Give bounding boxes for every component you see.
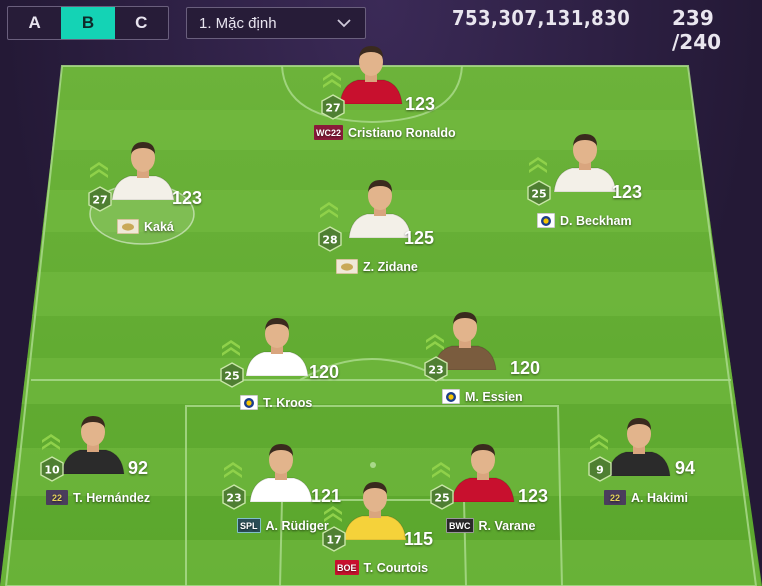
- player-avatar: [340, 476, 410, 541]
- player-ovr: 123: [612, 182, 643, 202]
- svg-text:27: 27: [325, 102, 340, 115]
- svg-text:9: 9: [596, 464, 604, 477]
- squad-tabs: A B C: [7, 6, 169, 40]
- player-avatar: [58, 410, 128, 475]
- player-avatar: [604, 412, 674, 477]
- player-level-badge: 17: [322, 526, 346, 552]
- tab-a[interactable]: A: [8, 7, 61, 39]
- season-badge-icon: WC22: [314, 125, 344, 140]
- season-badge-icon: BWC: [446, 518, 474, 533]
- player-level-badge: 27: [321, 94, 345, 120]
- player-name: T. Hernández: [73, 490, 151, 505]
- player-level-badge: 9: [588, 456, 612, 482]
- player-name-row: Z. Zidane: [336, 259, 418, 274]
- season-badge-icon: SPL: [237, 518, 261, 533]
- formation-dropdown[interactable]: 1. Mặc định: [186, 7, 366, 39]
- player-ovr: 123: [518, 486, 549, 506]
- season-badge-icon: 22: [46, 490, 68, 505]
- player-name-row: 22 A. Hakimi: [604, 490, 688, 505]
- upgrade-chevron-icon: [321, 70, 343, 88]
- player-name-row: T. Kroos: [240, 395, 312, 410]
- upgrade-chevron-icon: [40, 432, 62, 450]
- player-name-row: M. Essien: [442, 389, 523, 404]
- upgrade-chevron-icon: [527, 155, 549, 173]
- player-name: Cristiano Ronaldo: [348, 125, 456, 140]
- player-name-row: SPL A. Rüdiger: [237, 518, 329, 533]
- upgrade-chevron-icon: [322, 504, 344, 522]
- upgrade-chevron-icon: [88, 160, 110, 178]
- season-badge-icon: [442, 389, 460, 404]
- player-level-badge: 23: [424, 356, 448, 382]
- formation-dropdown-value: 1. Mặc định: [199, 14, 277, 32]
- season-badge-icon: 22: [604, 490, 626, 505]
- player-avatar: [550, 128, 620, 193]
- player-name: D. Beckham: [560, 213, 632, 228]
- season-badge-icon: [336, 259, 358, 274]
- player-level-badge: 25: [430, 484, 454, 510]
- svg-text:25: 25: [531, 188, 546, 201]
- player-avatar: [246, 438, 316, 503]
- svg-text:27: 27: [92, 194, 107, 207]
- season-badge-icon: [240, 395, 258, 410]
- player-name: A. Rüdiger: [265, 518, 329, 533]
- player-level-badge: 23: [222, 484, 246, 510]
- player-avatar: [108, 136, 178, 201]
- player-name-row: Kaká: [117, 219, 174, 234]
- player-level-badge: 25: [220, 362, 244, 388]
- upgrade-chevron-icon: [588, 432, 610, 450]
- svg-text:23: 23: [428, 364, 443, 377]
- upgrade-chevron-icon: [430, 460, 452, 478]
- player-name: T. Kroos: [263, 395, 313, 410]
- player-ovr: 125: [404, 228, 435, 248]
- player-avatar: [336, 40, 406, 105]
- player-name: A. Hakimi: [631, 490, 688, 505]
- player-name-row: D. Beckham: [537, 213, 632, 228]
- player-ovr: 115: [404, 529, 434, 549]
- player-name: Z. Zidane: [363, 259, 418, 274]
- player-ovr: 92: [128, 458, 149, 478]
- player-ovr: 120: [510, 358, 541, 378]
- upgrade-chevron-icon: [318, 200, 340, 218]
- player-ovr: 120: [309, 362, 340, 382]
- player-name: R. Varane: [478, 518, 536, 533]
- upgrade-chevron-icon: [220, 338, 242, 356]
- chevron-down-icon: [337, 19, 351, 28]
- player-name-row: WC22 Cristiano Ronaldo: [314, 125, 456, 140]
- player-level-badge: 25: [527, 180, 551, 206]
- svg-text:23: 23: [226, 492, 241, 505]
- tab-b[interactable]: B: [61, 7, 115, 39]
- player-count: 239 /240: [672, 6, 722, 54]
- player-name: M. Essien: [465, 389, 523, 404]
- player-avatar: [448, 438, 518, 503]
- player-name-row: BOE T. Courtois: [335, 560, 428, 575]
- svg-text:28: 28: [322, 234, 337, 247]
- player-ovr: 123: [405, 94, 436, 114]
- season-badge-icon: BOE: [335, 560, 359, 575]
- player-name: Kaká: [144, 219, 174, 234]
- player-level-badge: 27: [88, 186, 112, 212]
- player-name-row: BWC R. Varane: [446, 518, 535, 533]
- player-ovr: 123: [172, 188, 203, 208]
- player-level-badge: 10: [40, 456, 64, 482]
- player-level-badge: 28: [318, 226, 342, 252]
- svg-text:17: 17: [326, 534, 341, 547]
- player-name: T. Courtois: [363, 560, 429, 575]
- upgrade-chevron-icon: [424, 332, 446, 350]
- season-badge-icon: [537, 213, 555, 228]
- svg-text:10: 10: [44, 464, 60, 477]
- season-badge-icon: [117, 219, 139, 234]
- tab-c[interactable]: C: [115, 7, 168, 39]
- player-ovr: 94: [675, 458, 696, 478]
- upgrade-chevron-icon: [222, 460, 244, 478]
- player-avatar: [242, 312, 312, 377]
- svg-text:25: 25: [434, 492, 449, 505]
- player-name-row: 22 T. Hernández: [46, 490, 150, 505]
- svg-text:25: 25: [224, 370, 239, 383]
- team-value: 753,307,131,830: [452, 6, 631, 30]
